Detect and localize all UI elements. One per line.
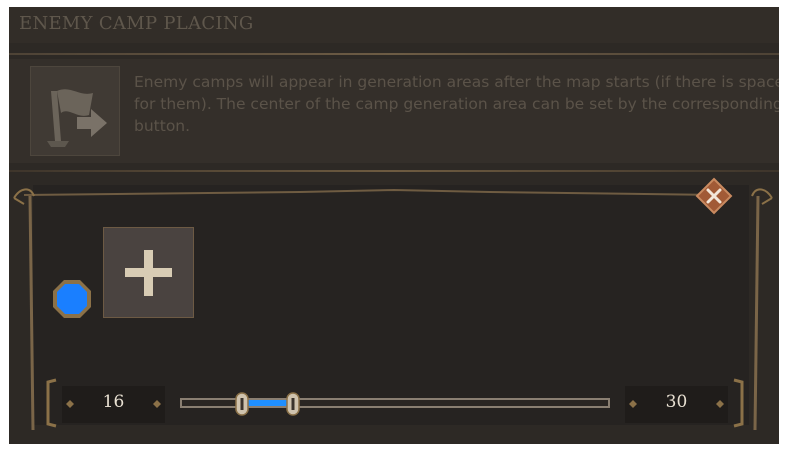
close-button[interactable]: [695, 177, 733, 215]
slider-handle-icon: [235, 392, 249, 416]
panel-title: ENEMY CAMP PLACING: [19, 13, 254, 34]
range-min-box: 16: [62, 386, 165, 423]
plus-icon: [125, 250, 172, 296]
range-left-bracket: [46, 378, 57, 428]
description-row: Enemy camps will appear in generation ar…: [9, 59, 779, 163]
close-icon: [695, 177, 733, 215]
add-camp-area-button[interactable]: [103, 227, 194, 318]
slider-max-handle[interactable]: [285, 392, 301, 416]
description-text: Enemy camps will appear in generation ar…: [134, 73, 779, 135]
slider-handle-icon: [286, 392, 301, 416]
range-min-value: 16: [102, 392, 125, 412]
panel-header: ENEMY CAMP PLACING: [9, 7, 779, 43]
camp-color-swatch[interactable]: [51, 278, 93, 320]
blue-octagon-icon: [53, 280, 91, 318]
range-max-box: 30: [625, 386, 728, 423]
camp-size-range-slider[interactable]: [178, 392, 614, 416]
range-max-value: 30: [665, 392, 688, 412]
section-divider: [9, 170, 779, 172]
header-divider: [9, 53, 779, 55]
slider-min-handle[interactable]: [234, 392, 250, 416]
range-right-bracket: [733, 378, 744, 428]
flag-arrow-icon: [30, 66, 120, 156]
